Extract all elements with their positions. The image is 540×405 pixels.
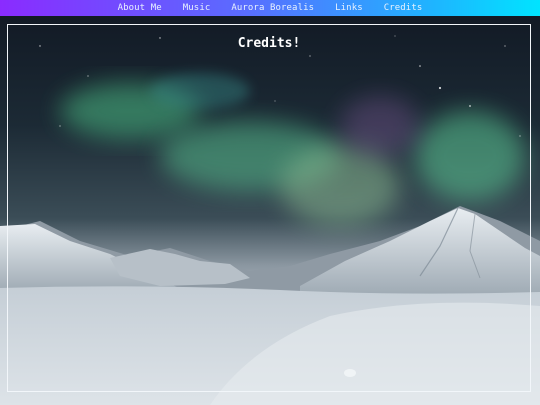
top-navigation-bar: About Me Music Aurora Borealis Links Cre… [0, 0, 540, 16]
nav-link-links[interactable]: Links [335, 3, 363, 13]
page-title: Credits! [237, 36, 301, 51]
content-frame: Credits! [7, 24, 531, 392]
nav-link-music[interactable]: Music [183, 3, 211, 13]
nav-link-credits[interactable]: Credits [384, 3, 423, 13]
nav-link-aurora-borealis[interactable]: Aurora Borealis [231, 3, 314, 13]
nav-link-about-me[interactable]: About Me [118, 3, 162, 13]
